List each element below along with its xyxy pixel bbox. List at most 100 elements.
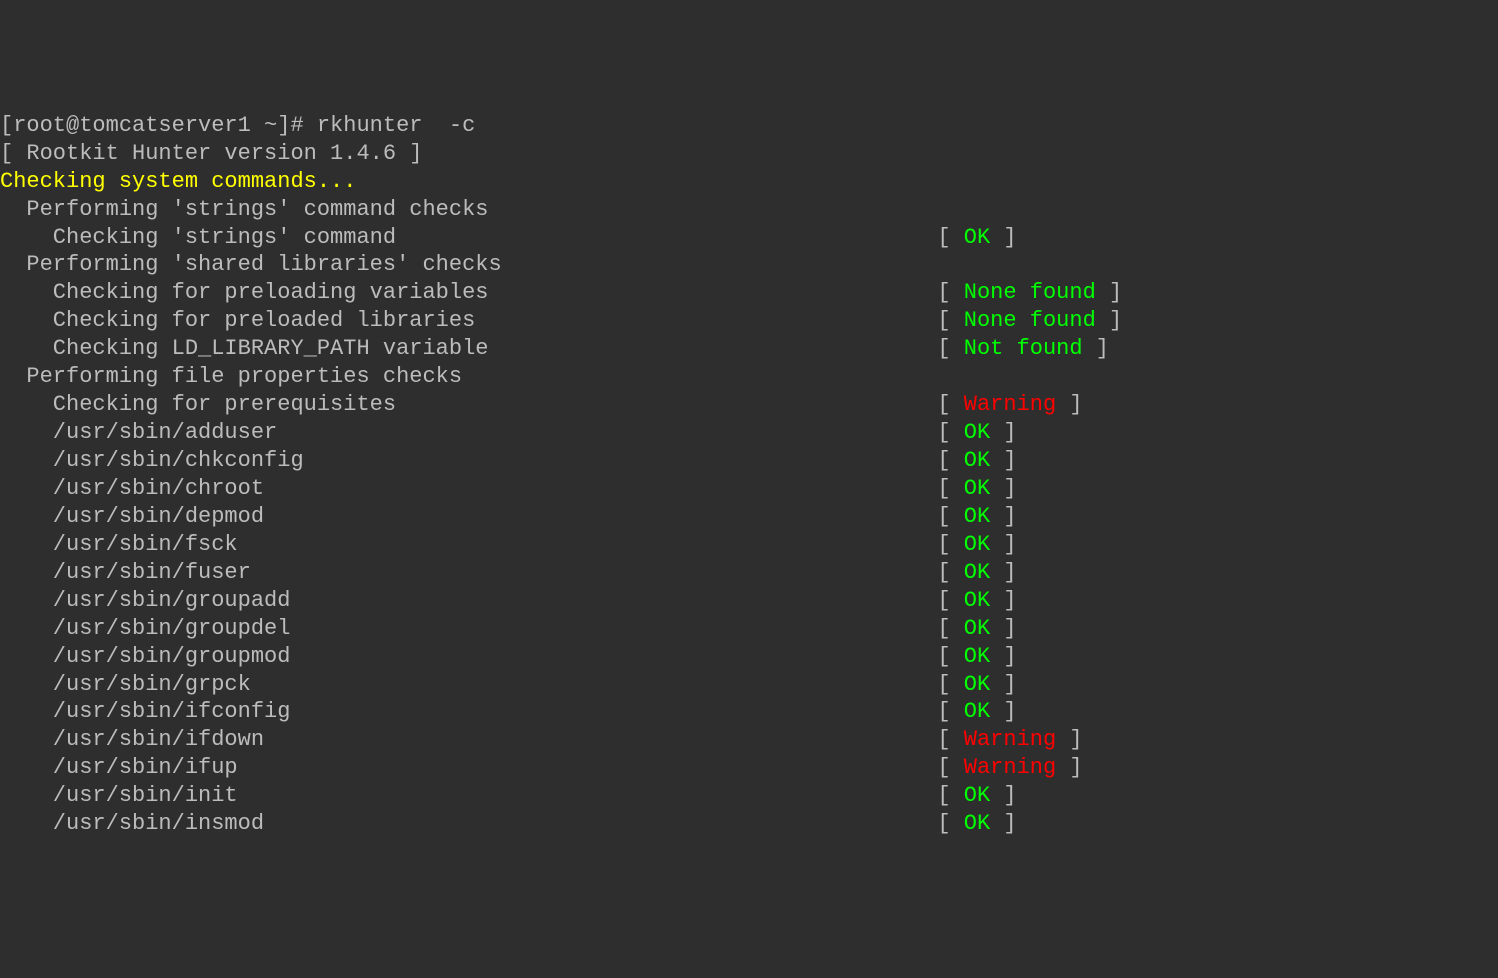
check-label: /usr/sbin/insmod xyxy=(0,810,937,838)
check-label: /usr/sbin/groupdel xyxy=(0,615,937,643)
check-label: /usr/sbin/ifup xyxy=(0,754,937,782)
check-status: OK xyxy=(964,531,990,559)
check-label: /usr/sbin/ifconfig xyxy=(0,698,937,726)
check-row: /usr/sbin/chkconfig [ OK ] xyxy=(0,447,1498,475)
bracket-close: ] xyxy=(990,531,1016,559)
bracket-close: ] xyxy=(990,810,1016,838)
bracket-open: [ xyxy=(937,224,963,252)
bracket-open: [ xyxy=(937,810,963,838)
bracket-close: ] xyxy=(990,671,1016,699)
check-row: /usr/sbin/grpck [ OK ] xyxy=(0,671,1498,699)
check-status: OK xyxy=(964,447,990,475)
check-row: /usr/sbin/depmod [ OK ] xyxy=(0,503,1498,531)
check-label: Checking for prerequisites xyxy=(0,391,937,419)
bracket-close: ] xyxy=(990,782,1016,810)
check-status: OK xyxy=(964,419,990,447)
section-title: Performing 'shared libraries' checks xyxy=(0,251,1498,279)
check-label: /usr/sbin/chroot xyxy=(0,475,937,503)
check-label: /usr/sbin/adduser xyxy=(0,419,937,447)
check-row: /usr/sbin/insmod [ OK ] xyxy=(0,810,1498,838)
check-row: /usr/sbin/chroot [ OK ] xyxy=(0,475,1498,503)
check-label: /usr/sbin/fuser xyxy=(0,559,937,587)
check-label: /usr/sbin/init xyxy=(0,782,937,810)
check-row: /usr/sbin/groupadd [ OK ] xyxy=(0,587,1498,615)
check-row: Checking for preloaded libraries [ None … xyxy=(0,307,1498,335)
check-status: OK xyxy=(964,503,990,531)
bracket-close: ] xyxy=(990,698,1016,726)
check-row: /usr/sbin/fsck [ OK ] xyxy=(0,531,1498,559)
check-label: Checking for preloaded libraries xyxy=(0,307,937,335)
bracket-close: ] xyxy=(990,419,1016,447)
check-row: /usr/sbin/groupmod [ OK ] xyxy=(0,643,1498,671)
bracket-close: ] xyxy=(1056,391,1082,419)
check-status: None found xyxy=(964,307,1096,335)
check-label: /usr/sbin/groupadd xyxy=(0,587,937,615)
check-status: OK xyxy=(964,810,990,838)
check-status: OK xyxy=(964,671,990,699)
check-row: Checking 'strings' command [ OK ] xyxy=(0,224,1498,252)
bracket-open: [ xyxy=(937,726,963,754)
check-label: /usr/sbin/depmod xyxy=(0,503,937,531)
check-status: OK xyxy=(964,615,990,643)
section-title: Performing 'strings' command checks xyxy=(0,196,1498,224)
check-row: Checking LD_LIBRARY_PATH variable [ Not … xyxy=(0,335,1498,363)
check-row: /usr/sbin/adduser [ OK ] xyxy=(0,419,1498,447)
bracket-close: ] xyxy=(1096,279,1122,307)
bracket-open: [ xyxy=(937,698,963,726)
check-row: Checking for prerequisites [ Warning ] xyxy=(0,391,1498,419)
check-row: /usr/sbin/ifdown [ Warning ] xyxy=(0,726,1498,754)
check-row: /usr/sbin/groupdel [ OK ] xyxy=(0,615,1498,643)
section-header: Checking system commands... xyxy=(0,168,1498,196)
check-status: Warning xyxy=(964,391,1056,419)
bracket-close: ] xyxy=(990,559,1016,587)
bracket-open: [ xyxy=(937,447,963,475)
check-row: /usr/sbin/ifup [ Warning ] xyxy=(0,754,1498,782)
check-status: OK xyxy=(964,475,990,503)
bracket-close: ] xyxy=(990,503,1016,531)
bracket-open: [ xyxy=(937,531,963,559)
bracket-close: ] xyxy=(990,615,1016,643)
bracket-open: [ xyxy=(937,391,963,419)
check-status: OK xyxy=(964,224,990,252)
check-row: Checking for preloading variables [ None… xyxy=(0,279,1498,307)
check-row: /usr/sbin/init [ OK ] xyxy=(0,782,1498,810)
bracket-open: [ xyxy=(937,754,963,782)
bracket-open: [ xyxy=(937,475,963,503)
bracket-open: [ xyxy=(937,335,963,363)
check-label: /usr/sbin/groupmod xyxy=(0,643,937,671)
bracket-close: ] xyxy=(990,643,1016,671)
bracket-close: ] xyxy=(1096,307,1122,335)
check-label: Checking 'strings' command xyxy=(0,224,937,252)
check-status: Warning xyxy=(964,726,1056,754)
section-title: Performing file properties checks xyxy=(0,363,1498,391)
bracket-open: [ xyxy=(937,782,963,810)
check-label: Checking for preloading variables xyxy=(0,279,937,307)
check-status: OK xyxy=(964,587,990,615)
version-line: [ Rootkit Hunter version 1.4.6 ] xyxy=(0,140,1498,168)
bracket-open: [ xyxy=(937,419,963,447)
bracket-open: [ xyxy=(937,307,963,335)
shell-prompt[interactable]: [root@tomcatserver1 ~]# rkhunter -c xyxy=(0,112,1498,140)
check-status: OK xyxy=(964,559,990,587)
bracket-open: [ xyxy=(937,615,963,643)
check-status: OK xyxy=(964,643,990,671)
check-row: /usr/sbin/fuser [ OK ] xyxy=(0,559,1498,587)
bracket-close: ] xyxy=(1056,754,1082,782)
bracket-open: [ xyxy=(937,671,963,699)
bracket-close: ] xyxy=(990,475,1016,503)
check-status: Warning xyxy=(964,754,1056,782)
bracket-open: [ xyxy=(937,559,963,587)
check-label: /usr/sbin/fsck xyxy=(0,531,937,559)
bracket-open: [ xyxy=(937,279,963,307)
bracket-close: ] xyxy=(990,447,1016,475)
check-row: /usr/sbin/ifconfig [ OK ] xyxy=(0,698,1498,726)
bracket-close: ] xyxy=(1083,335,1109,363)
bracket-open: [ xyxy=(937,503,963,531)
bracket-close: ] xyxy=(990,587,1016,615)
bracket-open: [ xyxy=(937,643,963,671)
check-status: OK xyxy=(964,698,990,726)
check-label: /usr/sbin/chkconfig xyxy=(0,447,937,475)
check-label: /usr/sbin/ifdown xyxy=(0,726,937,754)
check-status: Not found xyxy=(964,335,1083,363)
check-label: Checking LD_LIBRARY_PATH variable xyxy=(0,335,937,363)
